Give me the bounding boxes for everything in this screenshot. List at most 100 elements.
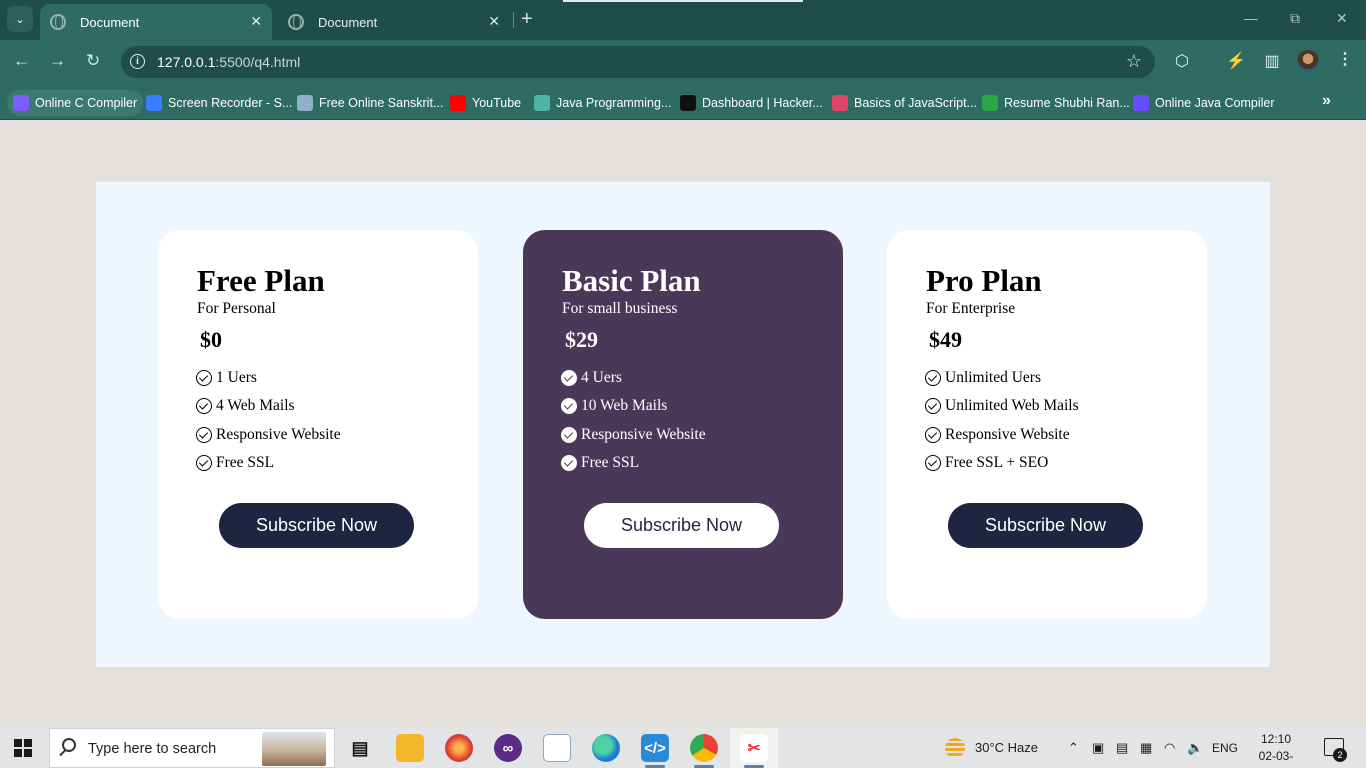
more-bookmarks-icon[interactable]: » [1322, 92, 1331, 110]
url-text[interactable]: 127.0.0.1:5500/q4.html [157, 54, 300, 70]
firefox-icon[interactable] [445, 734, 473, 762]
plan-price: $29 [565, 327, 598, 352]
extensions-icon[interactable]: ⬡ [1171, 50, 1193, 72]
tray-app-icon[interactable]: ▤ [1116, 740, 1128, 756]
bookmark-java-programming[interactable]: Java Programming... [534, 90, 671, 116]
bookmark-online-c-compiler[interactable]: Online C Compiler [7, 90, 144, 116]
bookmark-hackerrank[interactable]: Dashboard | Hacker... [680, 90, 823, 116]
clock-date: 02-03-2024 [1258, 749, 1294, 768]
feature-label: Free SSL + SEO [945, 454, 1049, 472]
browser-toolbar: ← → ↻ i 127.0.0.1:5500/q4.html ☆ ⬡ ⚡ ▥ ⋮ [0, 40, 1366, 84]
chrome-icon[interactable] [690, 734, 718, 768]
bookmark-label: Dashboard | Hacker... [702, 96, 823, 110]
show-hidden-icons-chevron-icon[interactable]: ⌃ [1068, 740, 1079, 756]
feature-item: Responsive Website [561, 421, 706, 449]
reload-icon[interactable]: ↻ [86, 51, 100, 71]
feature-item: Unlimited Uers [925, 364, 1079, 392]
feature-label: Unlimited Uers [945, 369, 1041, 387]
feature-label: Free SSL [216, 454, 275, 472]
more-menu-icon[interactable]: ⋮ [1337, 49, 1353, 71]
bookmark-label: Free Online Sanskrit... [319, 96, 444, 110]
language-indicator[interactable]: ENG [1212, 741, 1238, 755]
bookmark-label: Resume Shubhi Ran... [1004, 96, 1130, 110]
tray-app2-icon[interactable]: ▦ [1140, 740, 1152, 756]
vscode-icon[interactable]: </> [641, 734, 669, 768]
performance-icon[interactable]: ⚡ [1225, 50, 1247, 72]
task-view-icon[interactable]: ▤ [346, 734, 374, 762]
feature-label: Free SSL [581, 454, 640, 472]
side-panel-icon[interactable]: ▥ [1261, 50, 1283, 72]
feature-label: 4 Web Mails [216, 397, 295, 415]
address-bar[interactable]: i 127.0.0.1:5500/q4.html ☆ [121, 46, 1155, 78]
feature-item: 1 Uers [196, 364, 341, 392]
feature-list: 4 Uers 10 Web Mails Responsive Website F… [561, 364, 706, 477]
check-circle-icon [561, 426, 577, 443]
subscribe-button-basic[interactable]: Subscribe Now [584, 503, 779, 548]
bookmark-javascript[interactable]: Basics of JavaScript... [832, 90, 977, 116]
bookmark-online-java-compiler[interactable]: Online Java Compiler [1133, 90, 1275, 116]
site-info-icon[interactable]: i [130, 54, 145, 69]
profile-avatar[interactable] [1297, 50, 1319, 72]
plan-name: Free Plan [197, 263, 325, 298]
check-circle-icon [561, 398, 577, 415]
bookmark-favicon-icon [13, 95, 29, 111]
bookmark-youtube[interactable]: YouTube [450, 90, 521, 116]
bookmark-sanskrit[interactable]: Free Online Sanskrit... [297, 90, 443, 116]
tab-document[interactable]: Document ✕ [278, 4, 510, 40]
feature-label: Responsive Website [945, 425, 1070, 443]
weather-text[interactable]: 30°C Haze [975, 740, 1038, 755]
search-placeholder: Type here to search [88, 741, 217, 757]
search-highlight-image [262, 732, 326, 766]
restore-icon[interactable]: ⧉ [1290, 10, 1300, 27]
close-tab-icon[interactable]: ✕ [488, 13, 500, 30]
bookmark-label: YouTube [472, 96, 522, 110]
bookmark-label: Online C Compiler [35, 96, 138, 110]
bookmark-label: Java Programming... [556, 96, 672, 110]
new-tab-icon[interactable]: + [521, 9, 533, 29]
globe-icon [288, 14, 304, 30]
forward-icon[interactable]: → [49, 51, 66, 71]
windows-start-icon[interactable] [14, 739, 32, 757]
minimize-icon[interactable]: — [1244, 10, 1258, 26]
close-tab-icon[interactable]: ✕ [250, 13, 262, 30]
youtube-icon [450, 95, 466, 111]
check-circle-icon [561, 370, 577, 387]
app-infinity-icon[interactable]: ∞ [494, 734, 522, 762]
feature-label: Responsive Website [216, 425, 341, 443]
file-explorer-icon[interactable] [396, 734, 424, 762]
feature-item: 4 Web Mails [196, 392, 341, 420]
subscribe-button-free[interactable]: Subscribe Now [219, 503, 414, 548]
tab-search-chevron-icon[interactable]: ⌄ [7, 6, 33, 32]
edge-icon[interactable] [592, 734, 620, 762]
snipping-tool-icon[interactable]: ✂ [740, 734, 768, 768]
volume-icon[interactable]: 🔈 [1187, 740, 1203, 756]
bookmark-label: Online Java Compiler [1155, 96, 1275, 110]
back-icon[interactable]: ← [13, 51, 30, 71]
bookmark-star-icon[interactable]: ☆ [1126, 51, 1142, 72]
taskbar-search-box[interactable]: Type here to search [49, 728, 335, 768]
feature-item: 4 Uers [561, 364, 706, 392]
check-circle-icon [561, 455, 577, 472]
feature-item: Responsive Website [196, 421, 341, 449]
pricing-section: Free Plan For Personal $0 1 Uers 4 Web M… [96, 182, 1270, 667]
bookmark-resume[interactable]: Resume Shubhi Ran... [982, 90, 1130, 116]
tab-divider [513, 12, 514, 28]
window-app-icon[interactable] [543, 734, 571, 762]
plan-name: Basic Plan [562, 263, 701, 298]
plan-audience: For small business [562, 300, 678, 317]
taskbar-clock[interactable]: 12:10 02-03-2024 [1246, 731, 1306, 768]
check-circle-icon [925, 455, 941, 472]
close-window-icon[interactable]: ✕ [1336, 10, 1348, 27]
wifi-icon[interactable]: ◠ [1164, 740, 1175, 756]
check-circle-icon [925, 370, 941, 387]
bookmark-favicon-icon [146, 95, 162, 111]
subscribe-button-pro[interactable]: Subscribe Now [948, 503, 1143, 548]
bookmark-screen-recorder[interactable]: Screen Recorder - S... [146, 90, 292, 116]
weather-haze-icon[interactable] [945, 738, 965, 758]
bookmark-label: Basics of JavaScript... [854, 96, 977, 110]
browser-tab-strip: ⌄ Document ✕ Document ✕ + — ⧉ ✕ [0, 0, 1366, 40]
tab-document-active[interactable]: Document ✕ [40, 4, 272, 40]
meet-now-icon[interactable]: ▣ [1092, 740, 1104, 756]
feature-label: Responsive Website [581, 425, 706, 443]
plan-price: $0 [200, 327, 222, 352]
